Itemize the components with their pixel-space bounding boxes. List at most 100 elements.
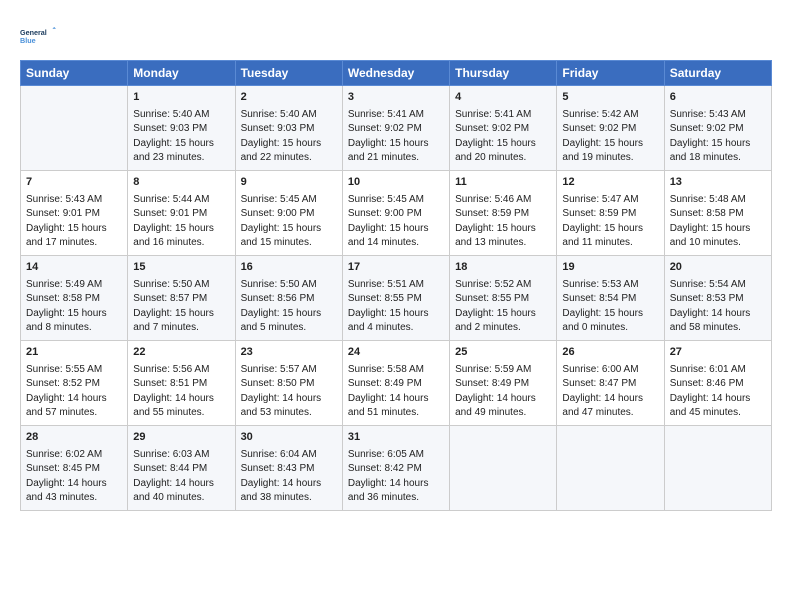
cell-w1-d4: 3Sunrise: 5:41 AMSunset: 9:02 PMDaylight… xyxy=(342,86,449,171)
day-number: 14 xyxy=(26,260,122,276)
day-number: 18 xyxy=(455,260,551,276)
cell-text: Sunrise: 5:48 AMSunset: 8:58 PMDaylight:… xyxy=(670,193,766,251)
cell-w2-d6: 12 Sunrise: 5:47 AMSunset: 8:59 PMDayligh… xyxy=(557,170,664,255)
day-number: 24 xyxy=(348,345,444,361)
cell-w2-d5: 11Sunrise: 5:46 AMSunset: 8:59 PMDayligh… xyxy=(450,170,557,255)
day-number: 20 xyxy=(670,260,766,276)
cell-text: Sunrise: 5:44 AMSunset: 9:01 PMDaylight:… xyxy=(133,193,229,251)
cell-text: Sunrise: 6:05 AMSunset: 8:42 PMDaylight:… xyxy=(348,448,444,506)
day-number: 31 xyxy=(348,430,444,446)
cell-w4-d4: 24 Sunrise: 5:58 AMSunset: 8:49 PMDayligh… xyxy=(342,340,449,425)
day-number: 6 xyxy=(670,90,766,106)
day-number: 8 xyxy=(133,175,229,191)
cell-w2-d3: 9 Sunrise: 5:45 AMSunset: 9:00 PMDaylight… xyxy=(235,170,342,255)
cell-w2-d1: 7 Sunrise: 5:43 AMSunset: 9:01 PMDaylight… xyxy=(21,170,128,255)
week-row-4: 21Sunrise: 5:55 AMSunset: 8:52 PMDayligh… xyxy=(21,340,772,425)
day-number: 16 xyxy=(241,260,337,276)
cell-w1-d3: 2 Sunrise: 5:40 AMSunset: 9:03 PMDaylight… xyxy=(235,86,342,171)
cell-w1-d6: 5 Sunrise: 5:42 AMSunset: 9:02 PMDaylight… xyxy=(557,86,664,171)
page: General Blue SundayMondayTuesdayWednesda… xyxy=(0,0,792,521)
cell-w5-d1: 28 Sunrise: 6:02 AMSunset: 8:45 PMDayligh… xyxy=(21,425,128,510)
day-number: 7 xyxy=(26,175,122,191)
col-header-sunday: Sunday xyxy=(21,61,128,86)
cell-text: Sunrise: 5:56 AMSunset: 8:51 PMDaylight:… xyxy=(133,363,229,421)
week-row-2: 7 Sunrise: 5:43 AMSunset: 9:01 PMDaylight… xyxy=(21,170,772,255)
cell-w5-d3: 30Sunrise: 6:04 AMSunset: 8:43 PMDayligh… xyxy=(235,425,342,510)
cell-text: Sunrise: 5:50 AMSunset: 8:56 PMDaylight:… xyxy=(241,278,337,336)
day-number: 22 xyxy=(133,345,229,361)
cell-w3-d4: 17 Sunrise: 5:51 AMSunset: 8:55 PMDayligh… xyxy=(342,255,449,340)
cell-w3-d5: 18 Sunrise: 5:52 AMSunset: 8:55 PMDayligh… xyxy=(450,255,557,340)
cell-text: Sunrise: 5:54 AMSunset: 8:53 PMDaylight:… xyxy=(670,278,766,336)
cell-text: Sunrise: 5:58 AMSunset: 8:49 PMDaylight:… xyxy=(348,363,444,421)
week-row-1: 1 Sunrise: 5:40 AMSunset: 9:03 PMDaylight… xyxy=(21,86,772,171)
col-header-friday: Friday xyxy=(557,61,664,86)
cell-text: Sunrise: 5:57 AMSunset: 8:50 PMDaylight:… xyxy=(241,363,337,421)
logo: General Blue xyxy=(20,18,56,54)
cell-w2-d2: 8 Sunrise: 5:44 AMSunset: 9:01 PMDaylight… xyxy=(128,170,235,255)
calendar-table: SundayMondayTuesdayWednesdayThursdayFrid… xyxy=(20,60,772,511)
day-number: 2 xyxy=(241,90,337,106)
svg-text:General: General xyxy=(20,28,47,37)
day-number: 25 xyxy=(455,345,551,361)
cell-w3-d2: 15 Sunrise: 5:50 AMSunset: 8:57 PMDayligh… xyxy=(128,255,235,340)
col-header-monday: Monday xyxy=(128,61,235,86)
cell-text: Sunrise: 5:53 AMSunset: 8:54 PMDaylight:… xyxy=(562,278,658,336)
day-number: 28 xyxy=(26,430,122,446)
day-number: 1 xyxy=(133,90,229,106)
cell-text: Sunrise: 5:40 AMSunset: 9:03 PMDaylight:… xyxy=(133,108,229,166)
day-number: 10 xyxy=(348,175,444,191)
day-number: 12 xyxy=(562,175,658,191)
header: General Blue xyxy=(20,18,772,54)
day-number: 23 xyxy=(241,345,337,361)
cell-text: Sunrise: 5:46 AMSunset: 8:59 PMDaylight:… xyxy=(455,193,551,251)
cell-text: Sunrise: 5:43 AMSunset: 9:01 PMDaylight:… xyxy=(26,193,122,251)
cell-text: Sunrise: 6:00 AMSunset: 8:47 PMDaylight:… xyxy=(562,363,658,421)
cell-text: Sunrise: 5:43 AMSunset: 9:02 PMDaylight:… xyxy=(670,108,766,166)
svg-text:Blue: Blue xyxy=(20,36,36,45)
cell-w3-d6: 19 Sunrise: 5:53 AMSunset: 8:54 PMDayligh… xyxy=(557,255,664,340)
week-row-3: 14 Sunrise: 5:49 AMSunset: 8:58 PMDayligh… xyxy=(21,255,772,340)
col-header-thursday: Thursday xyxy=(450,61,557,86)
col-header-tuesday: Tuesday xyxy=(235,61,342,86)
week-row-5: 28 Sunrise: 6:02 AMSunset: 8:45 PMDayligh… xyxy=(21,425,772,510)
cell-text: Sunrise: 5:47 AMSunset: 8:59 PMDaylight:… xyxy=(562,193,658,251)
cell-text: Sunrise: 5:41 AMSunset: 9:02 PMDaylight:… xyxy=(348,108,444,166)
cell-text: Sunrise: 5:52 AMSunset: 8:55 PMDaylight:… xyxy=(455,278,551,336)
logo-svg: General Blue xyxy=(20,18,56,54)
cell-w4-d2: 22 Sunrise: 5:56 AMSunset: 8:51 PMDayligh… xyxy=(128,340,235,425)
cell-w5-d5 xyxy=(450,425,557,510)
cell-w4-d5: 25Sunrise: 5:59 AMSunset: 8:49 PMDayligh… xyxy=(450,340,557,425)
cell-text: Sunrise: 5:42 AMSunset: 9:02 PMDaylight:… xyxy=(562,108,658,166)
day-number: 26 xyxy=(562,345,658,361)
day-number: 30 xyxy=(241,430,337,446)
cell-w2-d4: 10Sunrise: 5:45 AMSunset: 9:00 PMDayligh… xyxy=(342,170,449,255)
cell-w3-d3: 16 Sunrise: 5:50 AMSunset: 8:56 PMDayligh… xyxy=(235,255,342,340)
day-number: 13 xyxy=(670,175,766,191)
cell-w5-d4: 31 Sunrise: 6:05 AMSunset: 8:42 PMDayligh… xyxy=(342,425,449,510)
cell-text: Sunrise: 5:45 AMSunset: 9:00 PMDaylight:… xyxy=(241,193,337,251)
cell-text: Sunrise: 6:01 AMSunset: 8:46 PMDaylight:… xyxy=(670,363,766,421)
cell-w5-d2: 29Sunrise: 6:03 AMSunset: 8:44 PMDayligh… xyxy=(128,425,235,510)
cell-text: Sunrise: 5:55 AMSunset: 8:52 PMDaylight:… xyxy=(26,363,122,421)
day-number: 5 xyxy=(562,90,658,106)
col-header-wednesday: Wednesday xyxy=(342,61,449,86)
cell-text: Sunrise: 5:50 AMSunset: 8:57 PMDaylight:… xyxy=(133,278,229,336)
day-number: 15 xyxy=(133,260,229,276)
cell-w5-d6 xyxy=(557,425,664,510)
cell-w5-d7 xyxy=(664,425,771,510)
day-number: 17 xyxy=(348,260,444,276)
cell-w4-d6: 26 Sunrise: 6:00 AMSunset: 8:47 PMDayligh… xyxy=(557,340,664,425)
cell-w4-d7: 27Sunrise: 6:01 AMSunset: 8:46 PMDayligh… xyxy=(664,340,771,425)
cell-text: Sunrise: 6:02 AMSunset: 8:45 PMDaylight:… xyxy=(26,448,122,506)
cell-text: Sunrise: 6:03 AMSunset: 8:44 PMDaylight:… xyxy=(133,448,229,506)
day-number: 9 xyxy=(241,175,337,191)
cell-w4-d1: 21Sunrise: 5:55 AMSunset: 8:52 PMDayligh… xyxy=(21,340,128,425)
cell-text: Sunrise: 5:51 AMSunset: 8:55 PMDaylight:… xyxy=(348,278,444,336)
cell-w3-d7: 20 Sunrise: 5:54 AMSunset: 8:53 PMDayligh… xyxy=(664,255,771,340)
day-number: 19 xyxy=(562,260,658,276)
day-number: 4 xyxy=(455,90,551,106)
cell-text: Sunrise: 5:40 AMSunset: 9:03 PMDaylight:… xyxy=(241,108,337,166)
cell-text: Sunrise: 5:49 AMSunset: 8:58 PMDaylight:… xyxy=(26,278,122,336)
cell-text: Sunrise: 5:41 AMSunset: 9:02 PMDaylight:… xyxy=(455,108,551,166)
